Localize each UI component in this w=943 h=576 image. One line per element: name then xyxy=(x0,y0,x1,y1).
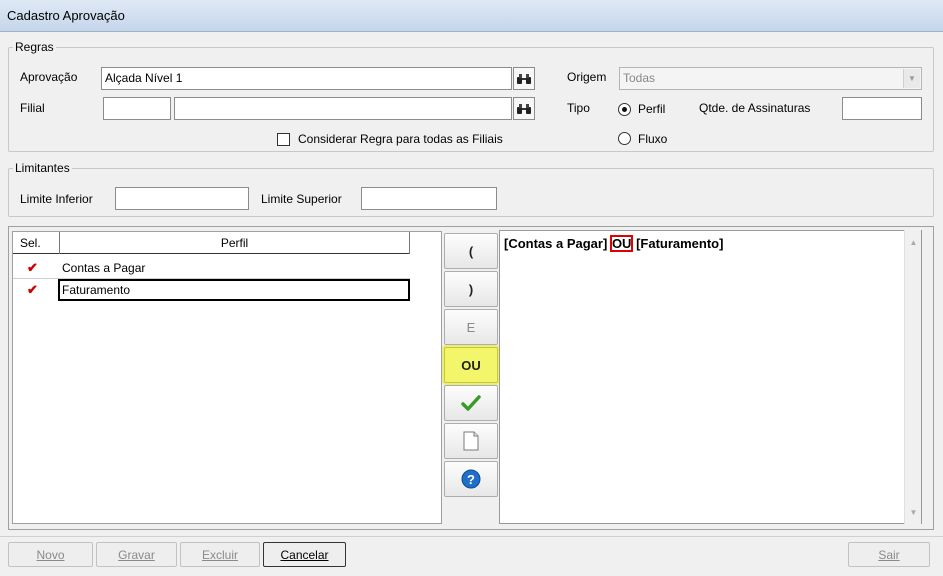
grid-col-divider xyxy=(409,232,410,254)
filial-name-input[interactable] xyxy=(174,97,512,120)
perfil-grid[interactable]: Sel. Perfil ✔ Contas a Pagar ✔ Faturamen… xyxy=(12,231,442,524)
grid-header-perfil[interactable]: Perfil xyxy=(59,236,410,250)
sair-button[interactable]: Sair xyxy=(848,542,930,567)
row-perfil: Faturamento xyxy=(62,283,131,297)
tipo-label: Tipo xyxy=(567,101,590,115)
or-button[interactable]: OU xyxy=(444,347,498,383)
tipo-perfil-label: Perfil xyxy=(638,102,666,116)
help-button[interactable]: ? xyxy=(444,461,498,497)
chevron-down-icon: ▼ xyxy=(903,69,920,88)
expression-part1: [Contas a Pagar] xyxy=(504,236,608,251)
open-paren-button[interactable]: ( xyxy=(444,233,498,269)
and-button[interactable]: E xyxy=(444,309,498,345)
scroll-up-icon[interactable]: ▲ xyxy=(905,234,922,251)
filial-label: Filial xyxy=(20,101,45,115)
check-icon xyxy=(461,395,481,411)
check-icon[interactable]: ✔ xyxy=(27,260,38,276)
grid-header-sel[interactable]: Sel. xyxy=(20,236,41,250)
title-bar: Cadastro Aprovação xyxy=(0,0,943,32)
aprovacao-label: Aprovação xyxy=(20,70,78,84)
close-paren-button[interactable]: ) xyxy=(444,271,498,307)
limite-superior-label: Limite Superior xyxy=(261,192,342,206)
origem-value: Todas xyxy=(623,71,656,85)
expression-operator: OU xyxy=(609,235,634,252)
tipo-perfil-radio[interactable] xyxy=(618,103,631,116)
aprovacao-lookup-button[interactable] xyxy=(513,67,535,90)
cancelar-label: Cancelar xyxy=(280,547,329,562)
footer-divider xyxy=(0,536,943,537)
gravar-button[interactable]: Gravar xyxy=(96,542,177,567)
origem-label: Origem xyxy=(567,70,607,84)
filial-code-input[interactable] xyxy=(103,97,171,120)
assinaturas-input[interactable] xyxy=(842,97,922,120)
help-icon: ? xyxy=(461,469,481,489)
todas-filiais-checkbox[interactable] xyxy=(277,133,290,146)
aprovacao-input[interactable]: Alçada Nível 1 xyxy=(101,67,512,90)
table-row[interactable]: ✔ Contas a Pagar xyxy=(13,257,410,279)
limitantes-legend: Limitantes xyxy=(15,161,70,175)
sair-label: Sair xyxy=(878,547,900,562)
expression-part2: [Faturamento] xyxy=(636,236,724,251)
origem-select[interactable]: Todas ▼ xyxy=(619,67,922,90)
tipo-fluxo-radio[interactable] xyxy=(618,132,631,145)
check-icon[interactable]: ✔ xyxy=(27,282,38,298)
todas-filiais-label: Considerar Regra para todas as Filiais xyxy=(298,132,503,146)
assinaturas-label: Qtde. de Assinaturas xyxy=(699,101,811,115)
binoculars-icon xyxy=(517,73,531,84)
tipo-fluxo-label: Fluxo xyxy=(638,132,668,146)
limite-inferior-label: Limite Inferior xyxy=(20,192,93,206)
filial-lookup-button[interactable] xyxy=(513,97,535,120)
new-document-button[interactable] xyxy=(444,423,498,459)
expression-text: [Contas a Pagar] OU [Faturamento] xyxy=(504,235,724,252)
vertical-scrollbar[interactable]: ▲ ▼ xyxy=(904,230,921,524)
gravar-label: Gravar xyxy=(118,547,155,562)
scroll-down-icon[interactable]: ▼ xyxy=(905,504,922,521)
binoculars-icon xyxy=(517,103,531,114)
window-title: Cadastro Aprovação xyxy=(7,8,125,23)
grid-header: Sel. Perfil xyxy=(13,232,410,254)
cancelar-button[interactable]: Cancelar xyxy=(263,542,346,567)
confirm-button[interactable] xyxy=(444,385,498,421)
regras-legend: Regras xyxy=(15,40,54,54)
excluir-label: Excluir xyxy=(201,547,238,562)
limite-superior-input[interactable] xyxy=(361,187,497,210)
novo-label: Novo xyxy=(36,547,65,562)
document-icon xyxy=(463,431,479,451)
svg-text:?: ? xyxy=(467,472,475,487)
row-perfil: Contas a Pagar xyxy=(62,261,146,275)
expression-editor[interactable] xyxy=(499,230,922,524)
novo-button[interactable]: Novo xyxy=(8,542,93,567)
limite-inferior-input[interactable] xyxy=(115,187,249,210)
excluir-button[interactable]: Excluir xyxy=(180,542,260,567)
table-row[interactable]: ✔ Faturamento xyxy=(13,279,410,301)
